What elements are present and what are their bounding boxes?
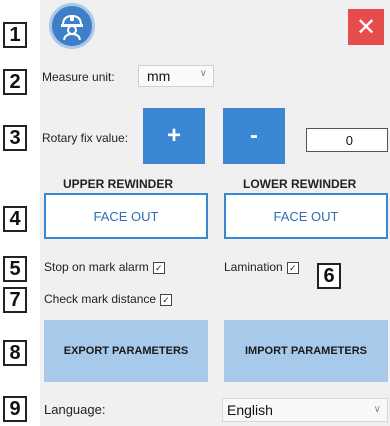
export-parameters-button[interactable]: EXPORT PARAMETERS <box>44 320 208 382</box>
stop-on-mark-option[interactable]: Stop on mark alarm ✓ <box>44 260 165 274</box>
callout-4: 4 <box>3 206 27 232</box>
check-mark-label: Check mark distance <box>44 292 157 306</box>
lamination-option[interactable]: Lamination ✓ <box>224 260 299 274</box>
language-label: Language: <box>44 402 106 417</box>
chevron-down-icon: ∨ <box>373 404 381 415</box>
increment-button[interactable]: + <box>143 108 205 164</box>
callout-2: 2 <box>3 69 27 95</box>
chevron-down-icon: ∨ <box>199 68 207 79</box>
stop-on-mark-checkbox[interactable]: ✓ <box>152 261 165 274</box>
measure-unit-value: mm <box>147 68 171 84</box>
language-select[interactable]: English ∨ <box>222 398 388 422</box>
import-parameters-button[interactable]: IMPORT PARAMETERS <box>224 320 388 382</box>
callout-3: 3 <box>3 125 27 151</box>
upper-face-out-button[interactable]: FACE OUT <box>44 193 208 239</box>
measure-unit-label: Measure unit: <box>42 70 115 84</box>
lower-rewinder-heading: LOWER REWINDER <box>243 177 357 191</box>
lower-face-out-button[interactable]: FACE OUT <box>224 193 388 239</box>
language-value: English <box>227 402 273 418</box>
close-button[interactable]: ✕ <box>348 9 384 45</box>
callout-5: 5 <box>3 256 27 282</box>
callout-8: 8 <box>3 340 27 366</box>
callout-1: 1 <box>3 22 27 48</box>
decrement-button[interactable]: - <box>223 108 285 164</box>
measure-unit-select[interactable]: mm ∨ <box>138 65 214 87</box>
check-mark-option[interactable]: Check mark distance ✓ <box>44 292 173 306</box>
upper-rewinder-heading: UPPER REWINDER <box>63 177 174 191</box>
rotary-fix-label: Rotary fix value: <box>42 131 129 145</box>
lamination-label: Lamination <box>224 260 283 274</box>
callout-7: 7 <box>3 287 27 313</box>
lamination-checkbox[interactable]: ✓ <box>286 261 299 274</box>
callout-6: 6 <box>317 263 341 289</box>
engineer-helmet-icon <box>61 14 83 41</box>
check-mark-checkbox[interactable]: ✓ <box>160 293 173 306</box>
callout-9: 9 <box>3 396 27 422</box>
stop-on-mark-label: Stop on mark alarm <box>44 260 149 274</box>
user-avatar[interactable] <box>49 3 95 49</box>
rotary-fix-input[interactable]: 0 <box>306 128 388 152</box>
